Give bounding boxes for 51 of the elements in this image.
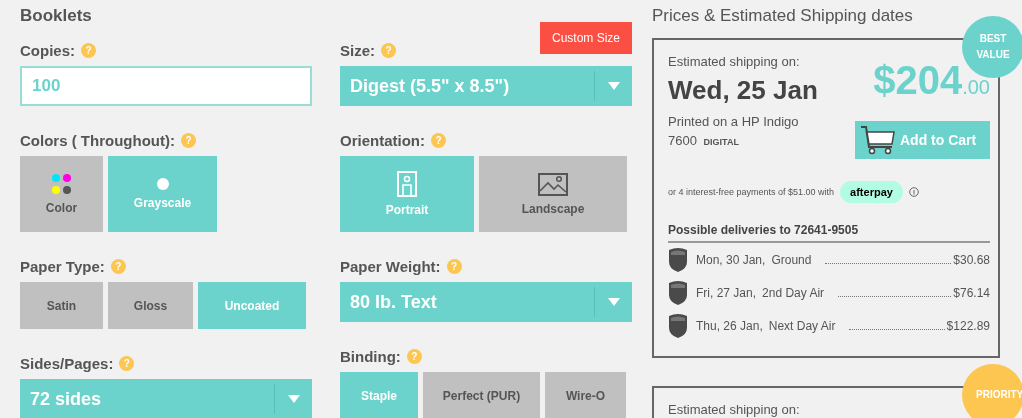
shipping-date: Wed, 25 Jan xyxy=(668,75,818,106)
installments-note: or 4 interest-free payments of $51.00 with xyxy=(668,187,835,197)
option-button[interactable]: Color xyxy=(20,156,103,232)
delivery-service: 2nd Day Air xyxy=(762,285,825,300)
option-button[interactable]: Satin xyxy=(20,282,103,329)
field-label: Sides/Pages: xyxy=(20,354,114,372)
option-button[interactable]: Wire-O xyxy=(545,372,626,418)
help-icon[interactable]: ? xyxy=(406,348,422,364)
delivery-date: Mon, 30 Jan, xyxy=(696,252,766,267)
field-label: Colors ( Throughout): xyxy=(20,131,175,149)
help-icon[interactable]: ? xyxy=(110,258,126,274)
option-button[interactable]: Landscape xyxy=(479,156,627,232)
prices-heading: Prices & Estimated Shipping dates xyxy=(652,6,914,26)
dropdown-field[interactable]: 80 lb. Text xyxy=(340,282,632,322)
field-label: Size: xyxy=(340,41,375,59)
custom-size-button[interactable]: Custom Size xyxy=(539,22,632,54)
option-button[interactable]: Staple xyxy=(340,372,418,418)
deliveries-heading: Possible deliveries to 72641-9505 xyxy=(668,223,990,243)
option-button[interactable]: Gloss xyxy=(108,282,193,329)
field-label: Binding: xyxy=(340,347,401,365)
afterpay-badge[interactable]: afterpay xyxy=(840,181,903,203)
shipping-label: Estimated shipping on: xyxy=(668,402,800,417)
help-icon[interactable]: ? xyxy=(381,42,396,58)
delivery-service: Ground xyxy=(771,252,812,267)
help-icon[interactable]: ? xyxy=(446,258,462,274)
option-button[interactable]: Perfect (PUR) xyxy=(423,372,540,418)
copies-field[interactable]: 100 xyxy=(20,66,312,106)
add-to-cart-button[interactable]: Add to Cart xyxy=(855,121,990,159)
delivery-date: Fri, 27 Jan, xyxy=(696,285,757,300)
option-button[interactable]: Uncoated xyxy=(198,282,306,329)
dropdown-field[interactable]: Digest (5.5" x 8.5") xyxy=(340,66,632,106)
dropdown-field[interactable]: 72 sides xyxy=(20,379,312,418)
option-button[interactable]: Grayscale xyxy=(108,156,217,232)
printer-note: Printed on a HP Indigo 7600 DIGITAL xyxy=(668,113,800,150)
delivery-date: Thu, 26 Jan, xyxy=(696,318,763,333)
option-button[interactable]: Portrait xyxy=(340,156,474,232)
value-badge: BEST VALUE xyxy=(962,16,1022,78)
delivery-price: $122.89 xyxy=(946,318,990,333)
help-icon[interactable]: ? xyxy=(180,132,196,148)
field-label: Paper Weight: xyxy=(340,257,441,275)
help-icon[interactable]: ? xyxy=(119,355,135,371)
shipping-label: Estimated shipping on: xyxy=(668,54,801,69)
help-icon[interactable]: ? xyxy=(81,42,96,58)
field-label: Paper Type: xyxy=(20,257,105,275)
help-icon[interactable]: ? xyxy=(431,132,446,148)
delivery-price: $30.68 xyxy=(953,252,990,267)
field-label: Orientation: xyxy=(340,131,425,149)
delivery-service: Next Day Air xyxy=(768,318,836,333)
delivery-price: $76.14 xyxy=(953,285,990,300)
field-label: Copies: xyxy=(20,41,75,59)
page-title: Booklets xyxy=(20,6,93,26)
